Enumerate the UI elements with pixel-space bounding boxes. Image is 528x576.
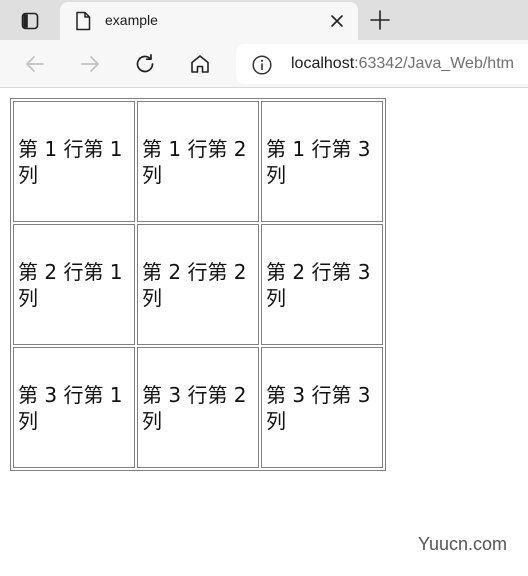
- home-button[interactable]: [186, 50, 214, 78]
- url-host: localhost: [291, 55, 355, 72]
- table-row: 第 2 行第 1 列 第 2 行第 2 列 第 2 行第 3 列: [13, 224, 383, 345]
- tab-title: example: [105, 12, 158, 28]
- home-icon: [188, 52, 212, 76]
- tab-example[interactable]: example: [60, 2, 358, 40]
- table-cell: 第 2 行第 3 列: [261, 224, 383, 345]
- table-row: 第 3 行第 1 列 第 3 行第 2 列 第 3 行第 3 列: [13, 347, 383, 468]
- table-cell: 第 3 行第 3 列: [261, 347, 383, 468]
- plus-icon[interactable]: [368, 8, 392, 32]
- refresh-button[interactable]: [131, 50, 159, 78]
- table-cell: 第 1 行第 3 列: [261, 101, 383, 222]
- tab-actions-icon: [20, 11, 40, 31]
- table-cell: 第 1 行第 1 列: [13, 101, 135, 222]
- table-cell: 第 1 行第 2 列: [137, 101, 259, 222]
- back-button[interactable]: [21, 50, 49, 78]
- page-content: 第 1 行第 1 列 第 1 行第 2 列 第 1 行第 3 列 第 2 行第 …: [0, 89, 528, 576]
- tab-actions-button[interactable]: [10, 6, 50, 36]
- tab-strip: example: [0, 0, 528, 40]
- browser-window: example localhost:63342/Java_Web/htm 第 1…: [0, 0, 528, 576]
- forward-button[interactable]: [76, 50, 104, 78]
- document-icon: [74, 11, 92, 31]
- address-bar[interactable]: localhost:63342/Java_Web/htm: [236, 44, 528, 84]
- table-cell: 第 3 行第 2 列: [137, 347, 259, 468]
- data-table: 第 1 行第 1 列 第 1 行第 2 列 第 1 行第 3 列 第 2 行第 …: [10, 98, 386, 471]
- table-cell: 第 3 行第 1 列: [13, 347, 135, 468]
- table-row: 第 1 行第 1 列 第 1 行第 2 列 第 1 行第 3 列: [13, 101, 383, 222]
- refresh-icon: [133, 52, 157, 76]
- table-cell: 第 2 行第 2 列: [137, 224, 259, 345]
- forward-arrow-icon: [78, 52, 102, 76]
- url-path: :63342/Java_Web/htm: [354, 55, 514, 72]
- watermark: Yuucn.com: [418, 534, 508, 554]
- close-icon[interactable]: [328, 12, 346, 30]
- info-icon[interactable]: [251, 54, 273, 76]
- back-arrow-icon: [23, 52, 47, 76]
- url-text[interactable]: localhost:63342/Java_Web/htm: [291, 55, 514, 73]
- toolbar: localhost:63342/Java_Web/htm: [0, 40, 528, 88]
- table-cell: 第 2 行第 1 列: [13, 224, 135, 345]
